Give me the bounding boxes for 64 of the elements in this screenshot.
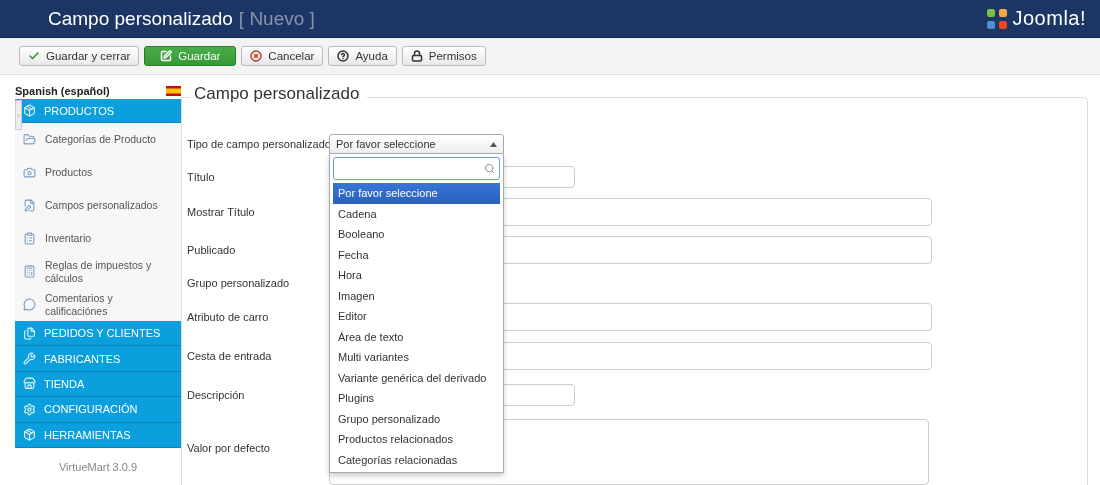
toolbar-button[interactable]: Ayuda — [328, 46, 397, 66]
gear-icon — [23, 402, 36, 416]
dropdown-option[interactable]: Categorías relacionadas — [333, 449, 500, 470]
dropdown-option[interactable]: Variante genérica del derivado — [333, 367, 500, 388]
menu-item[interactable]: Productos — [15, 156, 181, 189]
dropdown-option[interactable]: Cadena — [333, 203, 500, 224]
camera-icon — [23, 166, 36, 179]
document-icon — [23, 199, 36, 212]
clipboard-icon — [23, 232, 36, 245]
search-icon — [484, 163, 495, 174]
lock-icon — [410, 50, 423, 62]
language-label: Spanish (español) — [15, 85, 110, 97]
dropdown-option[interactable]: Editor — [333, 306, 500, 327]
dropdown-option[interactable]: Productos relacionados — [333, 429, 500, 450]
field-label: Descripción — [187, 388, 246, 401]
dropdown-option[interactable]: Área de texto — [333, 326, 500, 347]
dropdown-option[interactable]: Grupo personalizado — [333, 408, 500, 429]
help-icon — [337, 50, 350, 62]
dropdown-option[interactable]: Fecha — [333, 244, 500, 265]
wrench-icon — [23, 352, 36, 366]
menu-item[interactable]: Categorías de Producto — [15, 123, 181, 156]
flag-icon — [166, 86, 181, 96]
logo-icon — [985, 6, 1010, 31]
box-icon — [23, 104, 36, 117]
files-icon — [23, 326, 36, 340]
field-label: Grupo personalizado — [187, 277, 291, 289]
dropdown-option[interactable]: Hora — [333, 265, 500, 286]
page-title: Campo personalizado — [48, 7, 233, 30]
toolbar-button[interactable]: Guardar y cerrar — [19, 46, 140, 66]
page-subtitle: [ Nuevo ] — [238, 7, 315, 30]
cancel-icon — [250, 50, 263, 62]
menu-item[interactable]: Comentarios y calificaciónes — [15, 288, 181, 321]
calculator-icon — [23, 265, 36, 278]
store-icon — [23, 377, 36, 391]
field-label: Atributo de carro — [187, 311, 270, 323]
toolbar-button[interactable]: Cancelar — [241, 46, 324, 66]
dropdown-option[interactable]: Plugins — [333, 388, 500, 409]
dropdown-option[interactable]: Imagen — [333, 285, 500, 306]
dropdown-option[interactable]: Por favor seleccione — [333, 183, 500, 204]
field-label: Mostrar Título — [187, 206, 256, 218]
field-label: Título — [187, 170, 216, 183]
box-icon — [23, 428, 36, 442]
field-label: Valor por defecto — [187, 442, 271, 454]
chevron-icon — [16, 111, 21, 119]
dropdown-option[interactable]: Booleano — [333, 224, 500, 245]
folder-icon — [23, 133, 36, 146]
caret-icon — [490, 141, 497, 147]
field-label: Tipo de campo personalizado — [187, 138, 329, 150]
version-label: VirtueMart 3.0.9 — [57, 460, 139, 473]
dropdown-option[interactable]: Multi variantes — [333, 347, 500, 368]
field-label: Cesta de entrada — [187, 350, 273, 362]
chat-icon — [23, 298, 36, 311]
sidebar-toggle[interactable] — [15, 100, 22, 130]
toolbar-button[interactable]: Permisos — [401, 46, 486, 66]
menu-item[interactable]: Reglas de impuestos y cálculos — [15, 255, 181, 288]
menu-item[interactable]: Campos personalizados — [15, 189, 181, 222]
check-icon — [28, 50, 40, 62]
edit-icon — [160, 50, 173, 62]
search-field[interactable] — [333, 157, 500, 180]
logo-text: Joomla! — [1012, 7, 1086, 30]
menu-item[interactable]: Inventario — [15, 222, 181, 255]
field-label: Publicado — [187, 243, 237, 256]
type-select[interactable]: Por favor seleccione — [329, 134, 504, 154]
form-legend: Campo personalizado — [190, 84, 368, 104]
